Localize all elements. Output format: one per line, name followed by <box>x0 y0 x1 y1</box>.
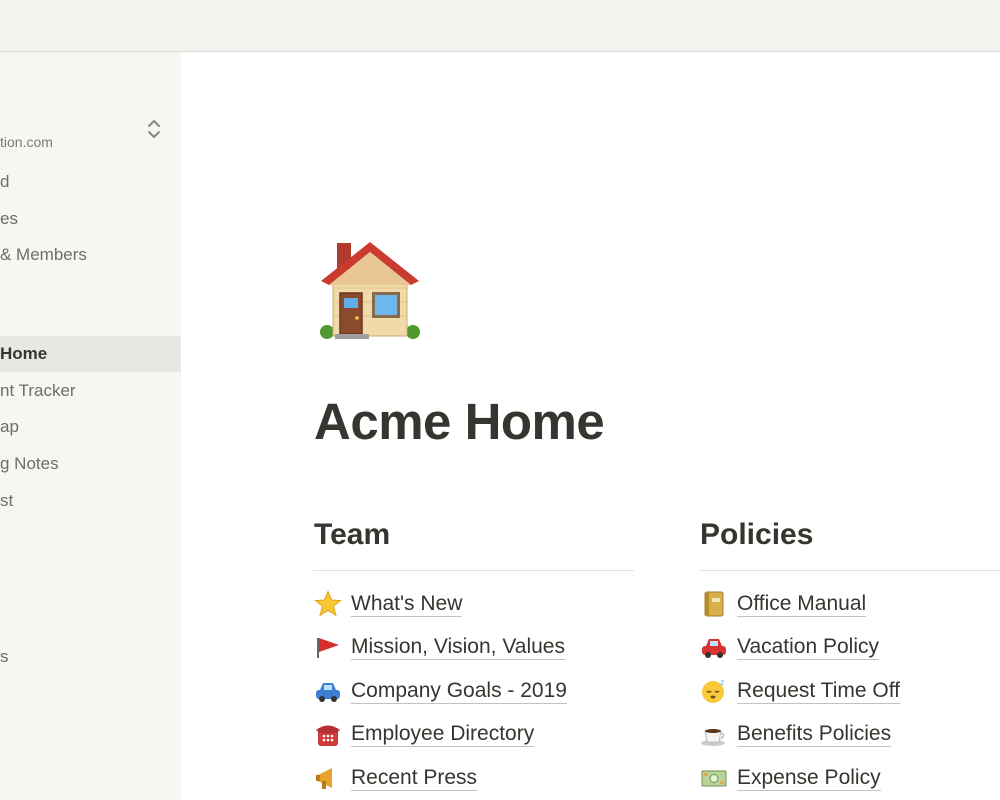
sidebar-item-tracker[interactable]: nt Tracker <box>0 373 181 409</box>
team-column: Team What's New Mission, Vision, Values … <box>313 514 634 791</box>
link-label: Recent Press <box>351 765 478 791</box>
link-label: What's New <box>351 591 463 617</box>
red-flag-icon <box>313 632 343 662</box>
sidebar-item-settings-members[interactable]: & Members <box>0 237 181 273</box>
sidebar-item-label: nt Tracker <box>0 381 76 400</box>
sidebar-item-meeting-notes[interactable]: g Notes <box>0 446 181 482</box>
red-car-icon <box>699 632 729 662</box>
link-whats-new[interactable]: What's New <box>313 584 463 624</box>
car-icon <box>313 676 343 706</box>
link-recent-press[interactable]: Recent Press <box>313 758 478 798</box>
sidebar-item-acme-home[interactable]: Home <box>0 336 181 372</box>
sidebar: tion.com d es & Members Home nt Tracker … <box>0 52 181 800</box>
sidebar-item-list[interactable]: st <box>0 483 181 519</box>
svg-text:z: z <box>720 678 724 687</box>
sidebar-item-label: Home <box>0 344 48 363</box>
sidebar-item-label: ap <box>0 417 19 436</box>
sidebar-item-label: es <box>0 209 18 228</box>
link-company-goals[interactable]: Company Goals - 2019 <box>313 671 567 711</box>
sidebar-item-label: g Notes <box>0 454 59 473</box>
link-request-time-off[interactable]: z Request Time Off <box>699 671 901 711</box>
money-icon <box>699 763 729 793</box>
link-employee-directory[interactable]: Employee Directory <box>313 714 535 754</box>
sidebar-item-label: & Members <box>0 245 87 264</box>
policies-heading: Policies <box>699 514 1000 571</box>
telephone-icon <box>313 719 343 749</box>
sidebar-item-roadmap[interactable]: ap <box>0 409 181 445</box>
page-content: Acme Home Team What's New Mission, Visio… <box>181 52 1000 800</box>
workspace-switcher-icon[interactable] <box>145 118 163 140</box>
star-icon <box>313 589 343 619</box>
policies-column: Policies Office Manual Vacation Policy z… <box>699 514 1000 791</box>
link-benefits-policies[interactable]: Benefits Policies <box>699 714 892 754</box>
link-label: Mission, Vision, Values <box>351 634 565 660</box>
house-icon[interactable] <box>315 236 425 346</box>
link-label: Benefits Policies <box>737 721 892 747</box>
page-title: Acme Home <box>314 393 605 450</box>
link-label: Company Goals - 2019 <box>351 678 567 704</box>
window-titlebar <box>0 0 1000 52</box>
coffee-icon <box>699 719 729 749</box>
sidebar-item-updates[interactable]: es <box>0 201 181 237</box>
link-mission-vision-values[interactable]: Mission, Vision, Values <box>313 627 565 667</box>
megaphone-icon <box>313 763 343 793</box>
sidebar-item-label: d <box>0 172 10 191</box>
link-office-manual[interactable]: Office Manual <box>699 584 867 624</box>
sleeping-face-icon: z <box>699 676 729 706</box>
sidebar-item-label: s <box>0 647 9 666</box>
sidebar-item-templates[interactable]: s <box>0 639 181 675</box>
link-label: Request Time Off <box>737 678 901 704</box>
link-label: Expense Policy <box>737 765 881 791</box>
link-label: Office Manual <box>737 591 867 617</box>
team-heading: Team <box>313 514 634 571</box>
link-vacation-policy[interactable]: Vacation Policy <box>699 627 880 667</box>
link-label: Employee Directory <box>351 721 535 747</box>
workspace-email: tion.com <box>0 134 53 150</box>
sidebar-item-quick-find[interactable]: d <box>0 164 181 200</box>
sidebar-item-label: st <box>0 491 14 510</box>
notebook-icon <box>699 589 729 619</box>
link-label: Vacation Policy <box>737 634 880 660</box>
link-expense-policy[interactable]: Expense Policy <box>699 758 881 798</box>
